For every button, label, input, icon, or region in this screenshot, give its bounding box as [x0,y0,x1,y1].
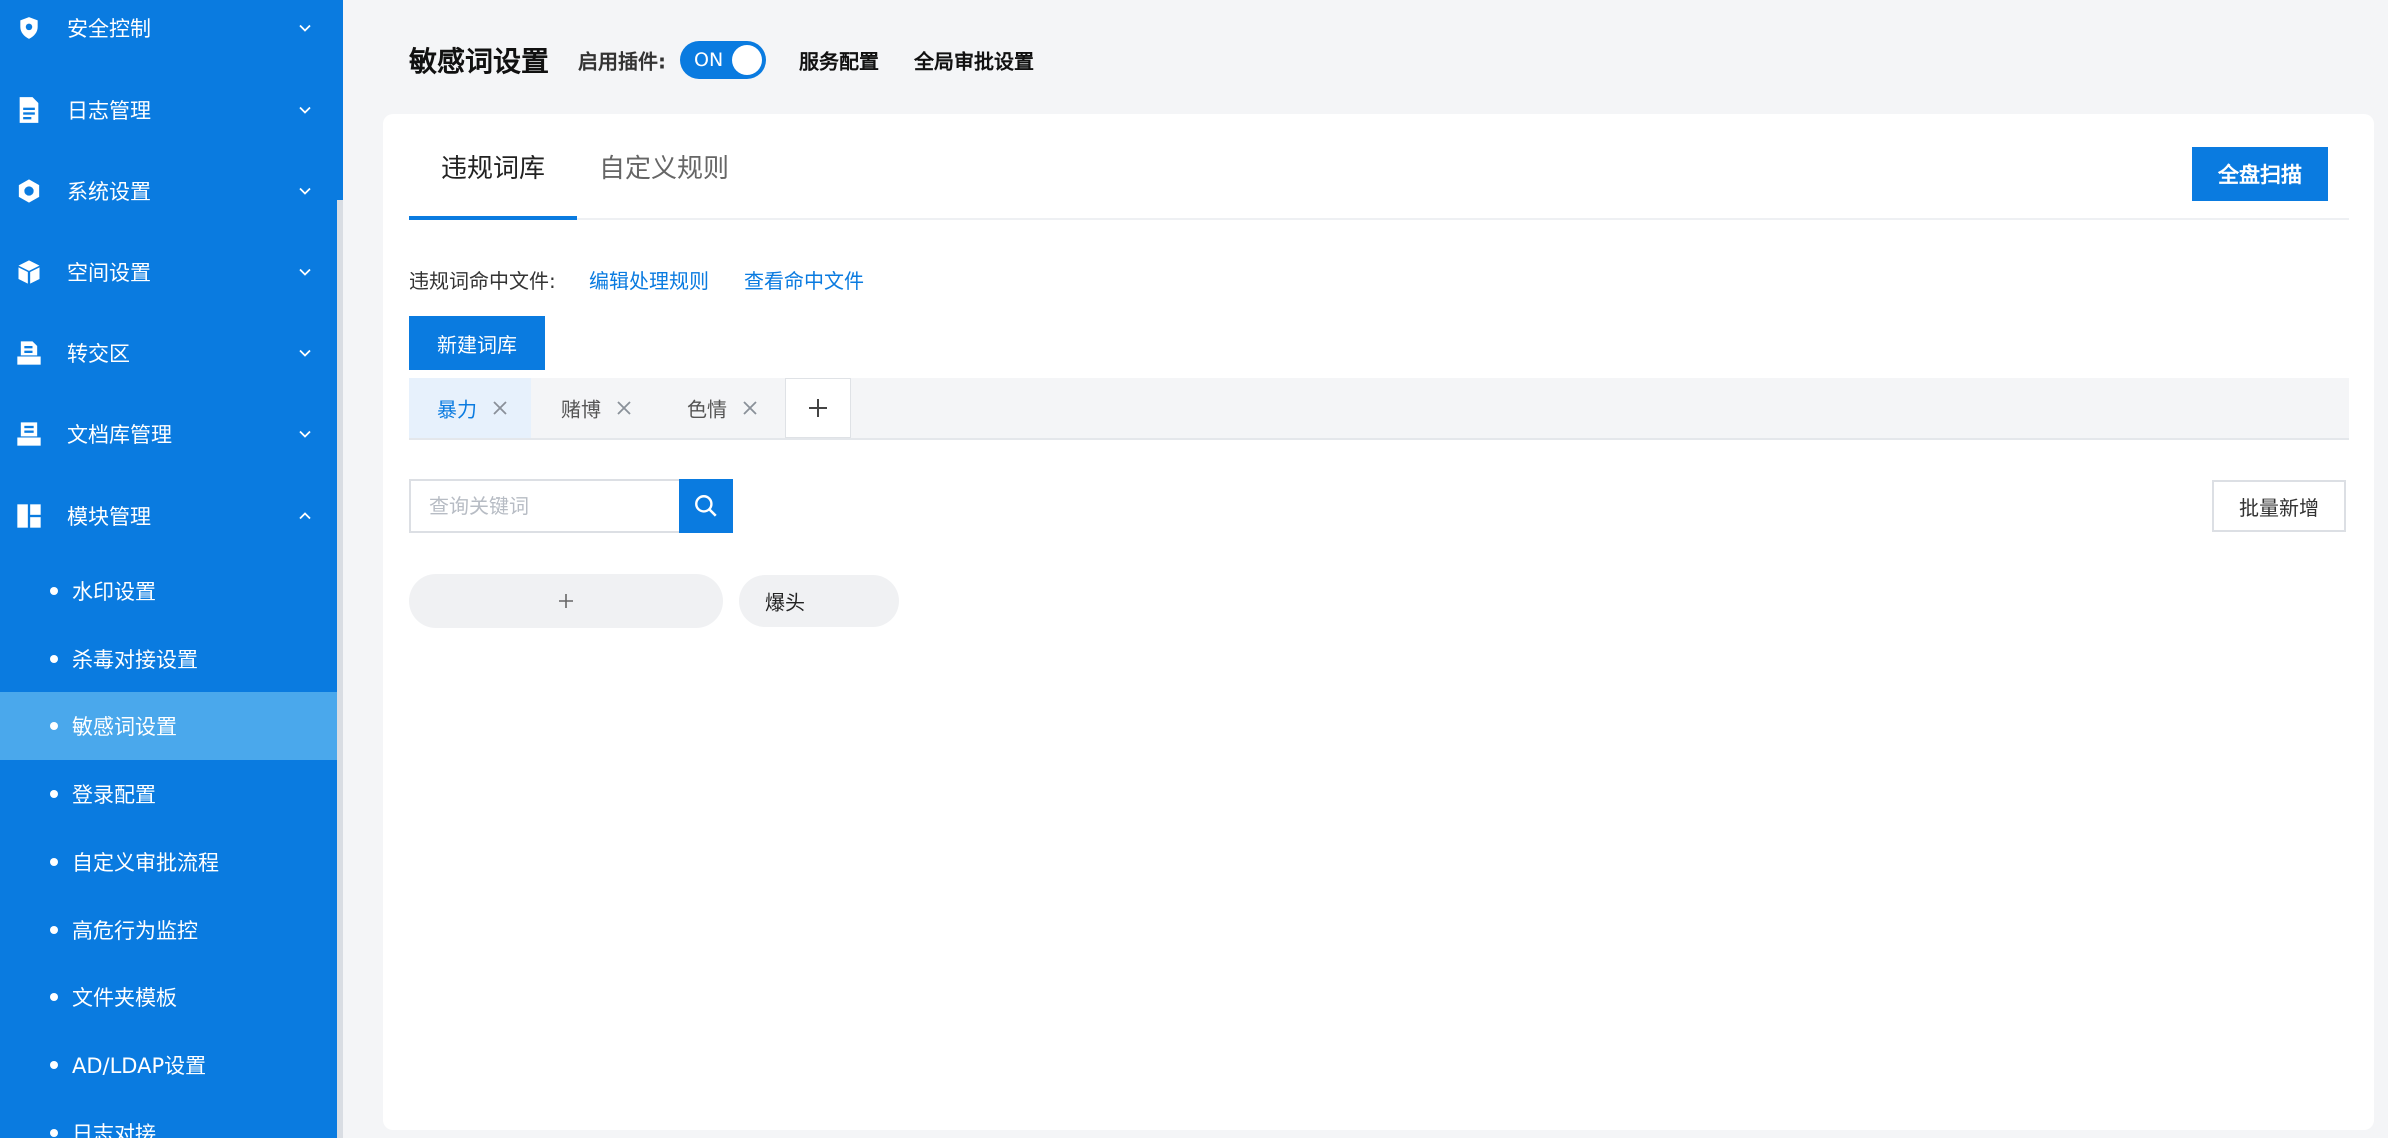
bullet-icon [50,790,58,798]
sidebar-subitem-label: AD/LDAP设置 [72,1054,207,1078]
close-icon[interactable] [615,399,633,417]
chevron-down-icon [296,263,314,281]
sidebar-item-library-management[interactable]: 文档库管理 [0,394,343,474]
bullet-icon [50,926,58,934]
close-icon[interactable] [491,399,509,417]
gear-icon [14,176,44,206]
hit-files-row: 违规词命中文件: 编辑处理规则 查看命中文件 [409,264,864,294]
sidebar-subitem-label: 文件夹模板 [72,986,177,1010]
library-tab-label: 色情 [687,397,727,422]
library-tab-porn[interactable]: 色情 [657,378,783,438]
library-tab-violence[interactable]: 暴力 [409,378,531,438]
sidebar-item-transfer-zone[interactable]: 转交区 [0,313,343,393]
library-tab-gambling[interactable]: 赌博 [531,378,657,438]
chevron-down-icon [296,19,314,37]
view-hit-files-link[interactable]: 查看命中文件 [744,265,864,294]
shield-icon [14,13,44,43]
plugin-toggle[interactable]: ON [680,41,766,79]
plus-icon [559,594,573,608]
sidebar-subitem-label: 登录配置 [72,783,156,807]
sidebar-item-label: 安全控制 [67,17,151,41]
sidebar-subitem-approval-flow[interactable]: 自定义审批流程 [0,828,343,896]
plugin-enable-label: 启用插件: [578,49,666,74]
document-icon [14,95,44,125]
hit-files-label: 违规词命中文件: [409,268,556,293]
sidebar-subitem-label: 杀毒对接设置 [72,648,198,672]
sidebar-subitem-label: 高危行为监控 [72,919,198,943]
sidebar-subitem-label: 敏感词设置 [72,715,177,739]
cube-icon [14,257,44,287]
library-tab-label: 暴力 [437,397,477,422]
tab-bar: 违规词库 自定义规则 [409,114,2349,220]
page-header: 敏感词设置 启用插件: ON 服务配置 全局审批设置 [349,10,2388,110]
main-card: 违规词库 自定义规则 全盘扫描 违规词命中文件: 编辑处理规则 查看命中文件 新… [383,114,2374,1130]
sidebar: 安全控制 日志管理 系统设置 空间设置 转交区 文档库管理 模块管理 水印设置 … [0,0,343,1138]
sidebar-item-label: 文档库管理 [67,423,172,447]
chevron-down-icon [296,344,314,362]
sidebar-subitem-sensitive-words[interactable]: 敏感词设置 [0,692,343,760]
bullet-icon [50,1061,58,1069]
close-icon[interactable] [741,399,759,417]
tab-custom-rules[interactable]: 自定义规则 [587,114,741,218]
toggle-state-text: ON [694,49,724,71]
sidebar-subitem-ad-ldap[interactable]: AD/LDAP设置 [0,1031,343,1099]
sidebar-item-log-management[interactable]: 日志管理 [0,70,343,150]
chevron-down-icon [296,101,314,119]
bullet-icon [50,655,58,663]
tab-label: 自定义规则 [598,153,729,184]
sidebar-subitem-login-config[interactable]: 登录配置 [0,760,343,828]
chevron-down-icon [296,182,314,200]
sidebar-item-label: 转交区 [67,342,130,366]
full-scan-button[interactable]: 全盘扫描 [2192,147,2328,201]
service-config-link[interactable]: 服务配置 [799,46,879,75]
sidebar-subitem-log-integration[interactable]: 日志对接 [0,1099,343,1138]
tab-violation-library[interactable]: 违规词库 [409,114,577,220]
chevron-up-icon [296,507,314,525]
sidebar-subitem-label: 自定义审批流程 [72,851,219,875]
chevron-down-icon [296,425,314,443]
sidebar-item-label: 空间设置 [67,261,151,285]
library-tabs: 暴力 赌博 色情 [409,378,2349,440]
add-library-tab-button[interactable] [785,378,851,438]
sidebar-item-system-settings[interactable]: 系统设置 [0,151,343,231]
bullet-icon [50,993,58,1001]
page-title: 敏感词设置 [409,45,550,78]
sidebar-subitem-antivirus[interactable]: 杀毒对接设置 [0,625,343,693]
sidebar-subitem-label: 水印设置 [72,580,156,604]
sidebar-subitem-high-risk-monitor[interactable]: 高危行为监控 [0,896,343,964]
library-icon [14,419,44,449]
sidebar-subitem-watermark[interactable]: 水印设置 [0,557,343,625]
transfer-icon [14,338,44,368]
bullet-icon [50,587,58,595]
bullet-icon [50,722,58,730]
bullet-icon [50,1129,58,1137]
new-library-button[interactable]: 新建词库 [409,316,545,370]
sidebar-item-label: 系统设置 [67,180,151,204]
sidebar-item-security-control[interactable]: 安全控制 [0,0,343,68]
add-word-button[interactable] [409,574,723,628]
library-tab-label: 赌博 [561,397,601,422]
tab-label: 违规词库 [440,153,545,184]
sidebar-subitem-label: 日志对接 [72,1122,156,1138]
keyword-search-input[interactable] [409,479,697,533]
toggle-knob [732,45,762,75]
module-icon [14,501,44,531]
sidebar-item-space-settings[interactable]: 空间设置 [0,232,343,312]
plus-icon [809,399,827,417]
word-chip-label: 爆头 [765,590,805,615]
sidebar-item-label: 模块管理 [67,505,151,529]
word-chip[interactable]: 爆头 [739,575,899,627]
search-button[interactable] [679,479,733,533]
sidebar-subitem-folder-template[interactable]: 文件夹模板 [0,963,343,1031]
edit-rules-link[interactable]: 编辑处理规则 [589,265,709,294]
search-icon [695,495,717,517]
keyword-search [409,479,733,533]
sidebar-item-label: 日志管理 [67,99,151,123]
bullet-icon [50,858,58,866]
batch-add-button[interactable]: 批量新增 [2212,480,2346,532]
sidebar-item-module-management[interactable]: 模块管理 [0,476,343,556]
global-approval-settings-link[interactable]: 全局审批设置 [914,46,1034,75]
